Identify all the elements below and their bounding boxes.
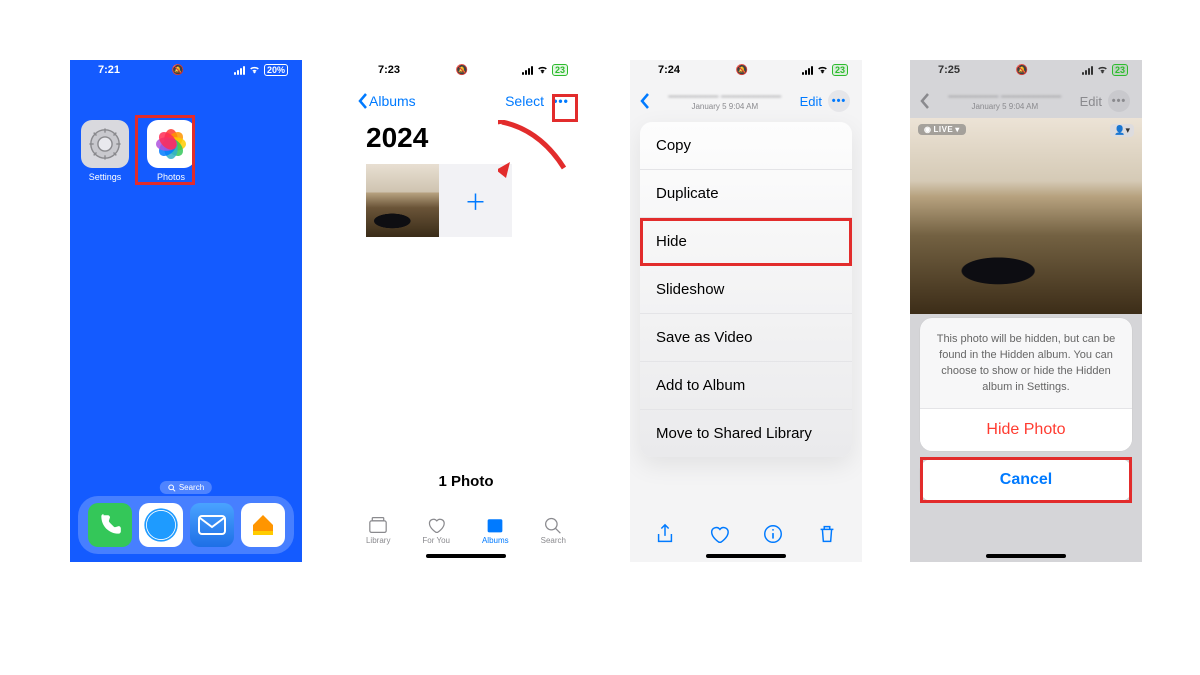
photo-grid: ＋ bbox=[350, 164, 582, 237]
menu-add-album[interactable]: Add to Album bbox=[640, 362, 852, 410]
photo-metadata: ————— —————— January 5 9:04 AM bbox=[650, 91, 800, 111]
more-button[interactable]: ••• bbox=[550, 90, 572, 112]
photos-icon bbox=[147, 120, 195, 168]
select-button[interactable]: Select bbox=[505, 93, 544, 109]
menu-hide[interactable]: Hide bbox=[640, 218, 852, 266]
app-home[interactable] bbox=[241, 503, 285, 547]
wifi-icon bbox=[816, 64, 829, 77]
back-button[interactable]: Albums bbox=[358, 93, 416, 109]
settings-icon bbox=[81, 120, 129, 168]
clock: 7:21 bbox=[98, 64, 120, 76]
clock: 7:25 bbox=[938, 64, 960, 76]
menu-copy[interactable]: Copy bbox=[640, 122, 852, 170]
photo-metadata: ————— —————— January 5 9:04 AM bbox=[930, 91, 1080, 111]
phone-album-view: 7:23🔕 23 Albums Select ••• 2024 ＋ 1 Phot… bbox=[350, 60, 582, 562]
people-badge[interactable]: 👤▾ bbox=[1110, 124, 1134, 137]
sheet-message: This photo will be hidden, but can be fo… bbox=[920, 318, 1132, 408]
more-button[interactable]: ••• bbox=[828, 90, 850, 112]
tab-library[interactable]: Library bbox=[366, 516, 390, 545]
status-indicators: 23 bbox=[522, 64, 568, 77]
photo-count: 1 Photo bbox=[350, 473, 582, 490]
back-button[interactable] bbox=[920, 93, 930, 109]
live-badge: ◉ LIVE ▾ bbox=[918, 124, 966, 135]
favorite-button[interactable] bbox=[708, 523, 730, 550]
clock: 7:24 bbox=[658, 64, 680, 76]
battery-icon: 23 bbox=[1112, 64, 1128, 76]
menu-move-shared[interactable]: Move to Shared Library bbox=[640, 410, 852, 457]
status-bar: 7:24🔕 23 bbox=[630, 60, 862, 80]
more-button: ••• bbox=[1108, 90, 1130, 112]
add-photo-tile[interactable]: ＋ bbox=[439, 164, 512, 237]
edit-button[interactable]: Edit bbox=[800, 94, 822, 109]
phone-home-screen: 7:21🔕 20% Settings bbox=[70, 60, 302, 562]
menu-slideshow[interactable]: Slideshow bbox=[640, 266, 852, 314]
tab-albums[interactable]: Albums bbox=[482, 516, 509, 545]
cellular-icon bbox=[522, 66, 533, 75]
cancel-button[interactable]: Cancel bbox=[920, 459, 1132, 501]
info-button[interactable] bbox=[762, 523, 784, 550]
nav-bar: Albums Select ••• bbox=[350, 80, 582, 118]
tab-for-you[interactable]: For You bbox=[422, 516, 450, 545]
home-indicator[interactable] bbox=[706, 554, 786, 558]
battery-icon: 23 bbox=[832, 64, 848, 76]
app-label: Photos bbox=[143, 172, 199, 182]
hide-photo-button[interactable]: Hide Photo bbox=[920, 408, 1132, 451]
context-menu: Copy Duplicate Hide Slideshow Save as Vi… bbox=[640, 122, 852, 457]
app-label: Settings bbox=[77, 172, 133, 182]
app-settings[interactable]: Settings bbox=[77, 120, 133, 182]
delete-button[interactable] bbox=[816, 523, 838, 550]
status-bar: 7:21🔕 20% bbox=[70, 60, 302, 80]
app-mail[interactable] bbox=[190, 503, 234, 547]
phone-hide-confirm: 7:25🔕 23 ————— —————— January 5 9:04 AM … bbox=[910, 60, 1142, 562]
status-indicators: 20% bbox=[234, 64, 288, 77]
status-indicators: 23 bbox=[802, 64, 848, 77]
cellular-icon bbox=[802, 66, 813, 75]
menu-duplicate[interactable]: Duplicate bbox=[640, 170, 852, 218]
wifi-icon bbox=[248, 64, 261, 77]
phone-context-menu: 7:24🔕 23 ————— —————— January 5 9:04 AM … bbox=[630, 60, 862, 562]
tab-search[interactable]: Search bbox=[541, 516, 566, 545]
edit-button: Edit bbox=[1080, 94, 1102, 109]
share-button[interactable] bbox=[654, 523, 676, 550]
photo-preview: ◉ LIVE ▾ 👤▾ bbox=[910, 118, 1142, 314]
app-safari[interactable] bbox=[139, 503, 183, 547]
dock bbox=[78, 496, 294, 554]
cellular-icon bbox=[234, 66, 245, 75]
photo-thumbnail[interactable] bbox=[366, 164, 439, 237]
menu-save-video[interactable]: Save as Video bbox=[640, 314, 852, 362]
battery-icon: 20% bbox=[264, 64, 288, 76]
nav-bar: ————— —————— January 5 9:04 AM Edit ••• bbox=[630, 80, 862, 116]
action-sheet: This photo will be hidden, but can be fo… bbox=[920, 318, 1132, 501]
wifi-icon bbox=[1096, 64, 1109, 77]
app-photos[interactable]: Photos bbox=[143, 120, 199, 182]
nav-bar: ————— —————— January 5 9:04 AM Edit ••• bbox=[910, 80, 1142, 116]
clock: 7:23 bbox=[378, 64, 400, 76]
bottom-toolbar bbox=[630, 523, 862, 550]
album-title: 2024 bbox=[350, 118, 582, 164]
app-phone[interactable] bbox=[88, 503, 132, 547]
back-button[interactable] bbox=[640, 93, 650, 109]
battery-icon: 23 bbox=[552, 64, 568, 76]
home-indicator[interactable] bbox=[426, 554, 506, 558]
status-bar: 7:25🔕 23 bbox=[910, 60, 1142, 80]
status-bar: 7:23🔕 23 bbox=[350, 60, 582, 80]
wifi-icon bbox=[536, 64, 549, 77]
spotlight-search[interactable]: Search bbox=[160, 481, 212, 494]
cellular-icon bbox=[1082, 66, 1093, 75]
home-apps: Settings Photos bbox=[70, 80, 302, 182]
home-indicator[interactable] bbox=[986, 554, 1066, 558]
status-indicators: 23 bbox=[1082, 64, 1128, 77]
